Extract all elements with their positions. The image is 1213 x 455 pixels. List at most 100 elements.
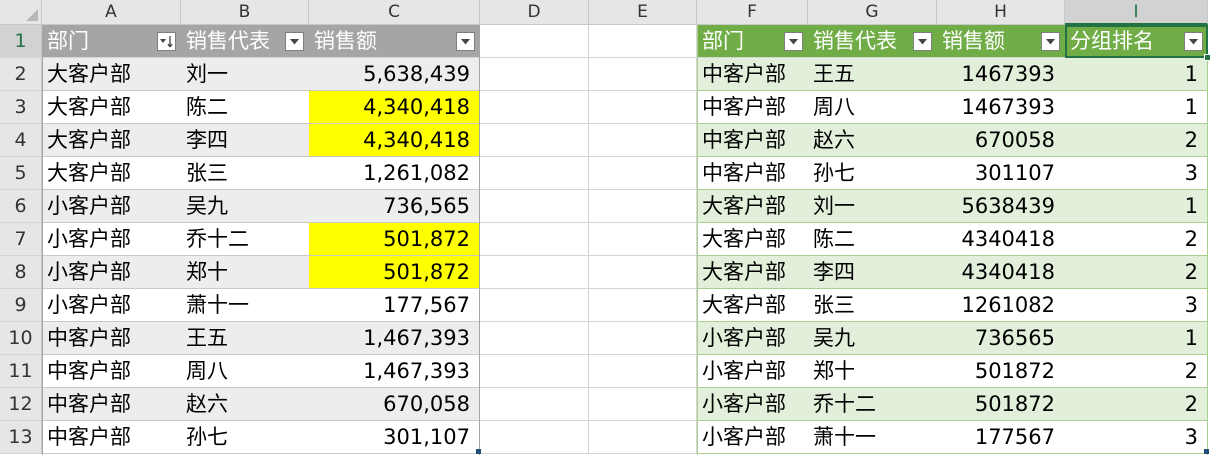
column-header-f[interactable]: F bbox=[697, 0, 808, 25]
right-table-cell-rank[interactable]: 3 bbox=[1065, 157, 1208, 190]
left-table-cell-rep[interactable]: 乔十二 bbox=[181, 223, 309, 256]
right-table-cell-rank[interactable]: 1 bbox=[1065, 190, 1208, 223]
right-table-cell-sales[interactable]: 1261082 bbox=[937, 289, 1065, 322]
column-header-i[interactable]: I bbox=[1065, 0, 1208, 25]
filter-dropdown-button[interactable] bbox=[1184, 32, 1203, 51]
column-header-e[interactable]: E bbox=[589, 0, 697, 25]
left-table-cell-dept[interactable]: 中客户部 bbox=[42, 421, 181, 454]
right-table-cell-rep[interactable]: 王五 bbox=[808, 58, 937, 91]
left-table-cell-rep[interactable]: 吴九 bbox=[181, 190, 309, 223]
right-table-cell-rep[interactable]: 赵六 bbox=[808, 124, 937, 157]
left-table-cell-dept[interactable]: 小客户部 bbox=[42, 223, 181, 256]
left-table-cell-dept[interactable]: 小客户部 bbox=[42, 256, 181, 289]
filter-dropdown-button[interactable] bbox=[285, 32, 304, 51]
row-header-12[interactable]: 12 bbox=[0, 388, 42, 421]
empty-cell[interactable] bbox=[589, 223, 697, 256]
right-table-cell-rank[interactable]: 1 bbox=[1065, 322, 1208, 355]
empty-cell[interactable] bbox=[589, 25, 697, 58]
right-table-cell-sales[interactable]: 736565 bbox=[937, 322, 1065, 355]
right-table-cell-rep[interactable]: 吴九 bbox=[808, 322, 937, 355]
right-table-cell-dept[interactable]: 中客户部 bbox=[697, 58, 808, 91]
left-table-cell-rep[interactable]: 郑十 bbox=[181, 256, 309, 289]
empty-cell[interactable] bbox=[589, 322, 697, 355]
filter-dropdown-button[interactable] bbox=[1041, 32, 1060, 51]
row-header-13[interactable]: 13 bbox=[0, 421, 42, 454]
column-header-h[interactable]: H bbox=[937, 0, 1065, 25]
right-table-cell-sales[interactable]: 501872 bbox=[937, 355, 1065, 388]
left-table-cell-dept[interactable]: 中客户部 bbox=[42, 355, 181, 388]
left-table-cell-sales[interactable]: 670,058 bbox=[309, 388, 480, 421]
filter-dropdown-button[interactable] bbox=[784, 32, 803, 51]
empty-cell[interactable] bbox=[480, 355, 589, 388]
empty-cell[interactable] bbox=[589, 388, 697, 421]
row-header-1[interactable]: 1 bbox=[0, 25, 42, 58]
left-table-cell-rep[interactable]: 王五 bbox=[181, 322, 309, 355]
spreadsheet-grid[interactable]: A B C D E F G H I 1 2 3 4 5 6 7 8 9 10 11 12 13 部门 销售代表 销售额 大客户部刘… bbox=[0, 0, 1213, 455]
left-table-header-2[interactable]: 销售额 bbox=[309, 25, 480, 58]
column-header-a[interactable]: A bbox=[42, 0, 181, 25]
right-table-cell-dept[interactable]: 小客户部 bbox=[697, 388, 808, 421]
right-table-cell-rep[interactable]: 李四 bbox=[808, 256, 937, 289]
left-table-cell-sales[interactable]: 1,467,393 bbox=[309, 355, 480, 388]
left-table-cell-sales[interactable]: 4,340,418 bbox=[309, 124, 480, 157]
right-table-cell-sales[interactable]: 177567 bbox=[937, 421, 1065, 454]
empty-cell[interactable] bbox=[480, 58, 589, 91]
left-table-cell-rep[interactable]: 周八 bbox=[181, 355, 309, 388]
empty-cell[interactable] bbox=[480, 322, 589, 355]
right-table-cell-rank[interactable]: 2 bbox=[1065, 256, 1208, 289]
left-table-cell-sales[interactable]: 501,872 bbox=[309, 256, 480, 289]
empty-cell[interactable] bbox=[480, 289, 589, 322]
row-header-11[interactable]: 11 bbox=[0, 355, 42, 388]
right-table-cell-rank[interactable]: 2 bbox=[1065, 388, 1208, 421]
select-all-corner[interactable] bbox=[0, 0, 42, 25]
right-table-cell-dept[interactable]: 中客户部 bbox=[697, 157, 808, 190]
right-table-cell-rep[interactable]: 张三 bbox=[808, 289, 937, 322]
right-table-cell-dept[interactable]: 小客户部 bbox=[697, 421, 808, 454]
row-header-4[interactable]: 4 bbox=[0, 124, 42, 157]
empty-cell[interactable] bbox=[589, 355, 697, 388]
right-table-cell-rank[interactable]: 2 bbox=[1065, 223, 1208, 256]
empty-cell[interactable] bbox=[589, 256, 697, 289]
right-table-cell-rep[interactable]: 郑十 bbox=[808, 355, 937, 388]
right-table-cell-rep[interactable]: 刘一 bbox=[808, 190, 937, 223]
right-table-cell-rank[interactable]: 3 bbox=[1065, 421, 1208, 454]
right-table-cell-sales[interactable]: 4340418 bbox=[937, 223, 1065, 256]
right-table-cell-sales[interactable]: 5638439 bbox=[937, 190, 1065, 223]
left-table-cell-sales[interactable]: 501,872 bbox=[309, 223, 480, 256]
left-table-cell-dept[interactable]: 大客户部 bbox=[42, 124, 181, 157]
left-table-cell-sales[interactable]: 736,565 bbox=[309, 190, 480, 223]
left-table-cell-sales[interactable]: 177,567 bbox=[309, 289, 480, 322]
empty-cell[interactable] bbox=[589, 421, 697, 454]
left-table-cell-dept[interactable]: 中客户部 bbox=[42, 388, 181, 421]
empty-cell[interactable] bbox=[480, 25, 589, 58]
row-header-8[interactable]: 8 bbox=[0, 256, 42, 289]
right-table-cell-rep[interactable]: 陈二 bbox=[808, 223, 937, 256]
left-table-cell-dept[interactable]: 大客户部 bbox=[42, 58, 181, 91]
right-table-cell-sales[interactable]: 4340418 bbox=[937, 256, 1065, 289]
right-table-cell-rank[interactable]: 3 bbox=[1065, 289, 1208, 322]
left-table-cell-sales[interactable]: 1,467,393 bbox=[309, 322, 480, 355]
right-table-cell-sales[interactable]: 1467393 bbox=[937, 58, 1065, 91]
left-table-cell-sales[interactable]: 4,340,418 bbox=[309, 91, 480, 124]
right-table-resize-handle[interactable] bbox=[1204, 449, 1209, 454]
empty-cell[interactable] bbox=[589, 289, 697, 322]
left-table-cell-dept[interactable]: 小客户部 bbox=[42, 289, 181, 322]
left-table-cell-sales[interactable]: 301,107 bbox=[309, 421, 480, 454]
column-header-c[interactable]: C bbox=[309, 0, 480, 25]
left-table-cell-rep[interactable]: 张三 bbox=[181, 157, 309, 190]
right-table-cell-rep[interactable]: 乔十二 bbox=[808, 388, 937, 421]
row-header-3[interactable]: 3 bbox=[0, 91, 42, 124]
right-table-cell-dept[interactable]: 大客户部 bbox=[697, 256, 808, 289]
left-table-cell-rep[interactable]: 赵六 bbox=[181, 388, 309, 421]
column-header-b[interactable]: B bbox=[181, 0, 309, 25]
empty-cell[interactable] bbox=[480, 157, 589, 190]
right-table-cell-dept[interactable]: 中客户部 bbox=[697, 124, 808, 157]
empty-cell[interactable] bbox=[589, 91, 697, 124]
empty-cell[interactable] bbox=[589, 58, 697, 91]
empty-cell[interactable] bbox=[480, 388, 589, 421]
left-table-cell-rep[interactable]: 陈二 bbox=[181, 91, 309, 124]
row-header-6[interactable]: 6 bbox=[0, 190, 42, 223]
left-table-cell-dept[interactable]: 大客户部 bbox=[42, 157, 181, 190]
right-table-cell-rep[interactable]: 孙七 bbox=[808, 157, 937, 190]
row-header-10[interactable]: 10 bbox=[0, 322, 42, 355]
